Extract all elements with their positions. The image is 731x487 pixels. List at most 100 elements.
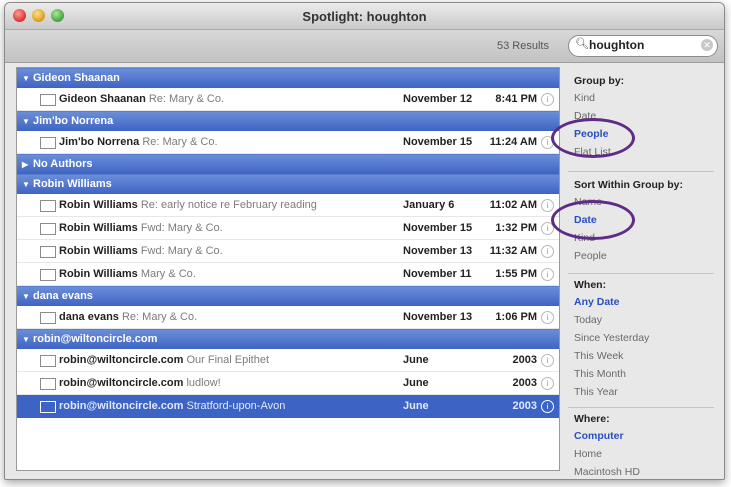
mail-document-icon [40, 312, 56, 324]
result-row[interactable]: Jim'bo Norrena Re: Mary & Co. November 15… [17, 131, 559, 154]
message-subject: Our Final Epithet [186, 354, 270, 366]
result-row[interactable]: Robin Williams Fwd: Mary & Co. November 1… [17, 240, 559, 263]
result-title: dana evans Re: Mary & Co. [59, 306, 197, 328]
result-date: November 15 [403, 136, 473, 148]
option-any-date[interactable]: Any Date [574, 293, 714, 311]
info-icon[interactable]: i [541, 311, 554, 324]
mail-document-icon [40, 355, 56, 367]
message-subject: Re: Mary & Co. [148, 93, 225, 105]
sort-by-heading: Sort Within Group by: [574, 179, 683, 191]
result-time: 2003 [512, 400, 537, 412]
mail-document-icon [40, 200, 56, 212]
highlight-circle-date [551, 200, 635, 240]
window-title: Spotlight: houghton [302, 9, 427, 24]
info-icon[interactable]: i [541, 377, 554, 390]
sender-name: Jim'bo Norrena [59, 136, 140, 148]
where-heading: Where: [574, 413, 610, 425]
message-subject: Fwd: Mary & Co. [140, 222, 223, 234]
result-time: 11:24 AM [489, 136, 537, 148]
result-title: robin@wiltoncircle.com Stratford-upon-Av… [59, 395, 285, 417]
group-header[interactable]: ▼ robin@wiltoncircle.com [17, 329, 559, 349]
option-today[interactable]: Today [574, 311, 714, 329]
option-this-year[interactable]: This Year [574, 383, 714, 401]
result-row[interactable]: robin@wiltoncircle.com Stratford-upon-Av… [17, 395, 559, 418]
group-name: dana evans [33, 290, 93, 302]
when-section: When: Any Date Today Since Yesterday This W… [574, 279, 714, 401]
option-this-week[interactable]: This Week [574, 347, 714, 365]
mail-document-icon [40, 401, 56, 413]
option-people[interactable]: People [574, 247, 714, 265]
search-input[interactable] [589, 38, 689, 52]
group-name: No Authors [33, 158, 93, 170]
group-header[interactable]: ▶ No Authors [17, 154, 559, 174]
message-subject: Re: Mary & Co. [142, 136, 218, 148]
message-subject: Mary & Co. [140, 268, 196, 280]
disclosure-open-icon[interactable]: ▼ [22, 112, 30, 131]
result-time: 11:32 AM [489, 245, 537, 257]
disclosure-open-icon[interactable]: ▼ [22, 175, 30, 194]
info-icon[interactable]: i [541, 268, 554, 281]
clear-search-icon[interactable]: ✕ [701, 39, 713, 51]
spotlight-window: Spotlight: houghton 53 Results 🔍︎ ✕ ▼Gid… [4, 2, 725, 480]
result-row[interactable]: Gideon Shaanan Re: Mary & Co. November 12… [17, 88, 559, 111]
result-row[interactable]: Robin Williams Fwd: Mary & Co. November 1… [17, 217, 559, 240]
results-list[interactable]: ▼ Gideon Shaanan Gideon Shaanan Re: Mary &… [16, 67, 560, 471]
result-title: Robin Williams Mary & Co. [59, 263, 196, 285]
result-row[interactable]: Robin Williams Re: early notice re Febru… [17, 194, 559, 217]
sender-name: robin@wiltoncircle.com [59, 400, 184, 412]
sender-name: robin@wiltoncircle.com [59, 354, 184, 366]
result-time: 1:06 PM [495, 311, 537, 323]
info-icon[interactable]: i [541, 93, 554, 106]
group-header[interactable]: ▼ Gideon Shaanan [17, 68, 559, 88]
result-row[interactable]: robin@wiltoncircle.com Our Final Epithet… [17, 349, 559, 372]
result-title: robin@wiltoncircle.com ludlow! [59, 372, 221, 394]
group-name: Gideon Shaanan [33, 72, 120, 84]
message-subject: Fwd: Mary & Co. [140, 245, 223, 257]
result-row[interactable]: dana evans Re: Mary & Co. November 13 1:06… [17, 306, 559, 329]
disclosure-open-icon[interactable]: ▼ [22, 69, 30, 88]
group-header[interactable]: ▼ dana evans [17, 286, 559, 306]
group-name: Robin Williams [33, 178, 112, 190]
result-title: Gideon Shaanan Re: Mary & Co. [59, 88, 224, 110]
option-computer[interactable]: Computer [574, 427, 714, 445]
info-icon[interactable]: i [541, 199, 554, 212]
message-subject: Re: early notice re February reading [140, 199, 317, 211]
mail-document-icon [40, 269, 56, 281]
group-header[interactable]: ▼ Robin Williams [17, 174, 559, 194]
option-home[interactable]: Home [574, 445, 714, 463]
disclosure-open-icon[interactable]: ▼ [22, 330, 30, 349]
result-date: January 6 [403, 199, 455, 211]
info-icon[interactable]: i [541, 245, 554, 258]
result-row[interactable]: Robin Williams Mary & Co. November 11 1:55… [17, 263, 559, 286]
sender-name: Robin Williams [59, 199, 138, 211]
result-time: 2003 [512, 354, 537, 366]
toolbar: 53 Results 🔍︎ ✕ [5, 30, 724, 63]
group-header[interactable]: ▼ Jim'bo Norrena [17, 111, 559, 131]
result-date: November 13 [403, 311, 473, 323]
group-name: Jim'bo Norrena [33, 115, 114, 127]
results-count: 53 Results [497, 40, 549, 52]
option-since-yesterday[interactable]: Since Yesterday [574, 329, 714, 347]
title-bar[interactable]: Spotlight: houghton [5, 3, 724, 30]
result-time: 1:55 PM [495, 268, 537, 280]
search-field[interactable]: 🔍︎ ✕ [568, 35, 718, 57]
disclosure-closed-icon[interactable]: ▶ [22, 155, 28, 174]
message-subject: ludlow! [186, 377, 221, 389]
result-row[interactable]: robin@wiltoncircle.com ludlow! June 2003 i [17, 372, 559, 395]
result-title: Robin Williams Fwd: Mary & Co. [59, 217, 223, 239]
result-time: 2003 [512, 377, 537, 389]
mail-document-icon [40, 94, 56, 106]
divider [568, 171, 714, 172]
mail-document-icon [40, 223, 56, 235]
option-kind[interactable]: Kind [574, 89, 714, 107]
result-date: November 13 [403, 245, 473, 257]
result-title: Jim'bo Norrena Re: Mary & Co. [59, 131, 218, 153]
info-icon[interactable]: i [541, 400, 554, 413]
info-icon[interactable]: i [541, 354, 554, 367]
option-macintosh-hd[interactable]: Macintosh HD [574, 463, 714, 479]
sender-name: dana evans [59, 311, 119, 323]
option-this-month[interactable]: This Month [574, 365, 714, 383]
disclosure-open-icon[interactable]: ▼ [22, 287, 30, 306]
group-name: robin@wiltoncircle.com [33, 333, 158, 345]
group-by-heading: Group by: [574, 75, 625, 87]
